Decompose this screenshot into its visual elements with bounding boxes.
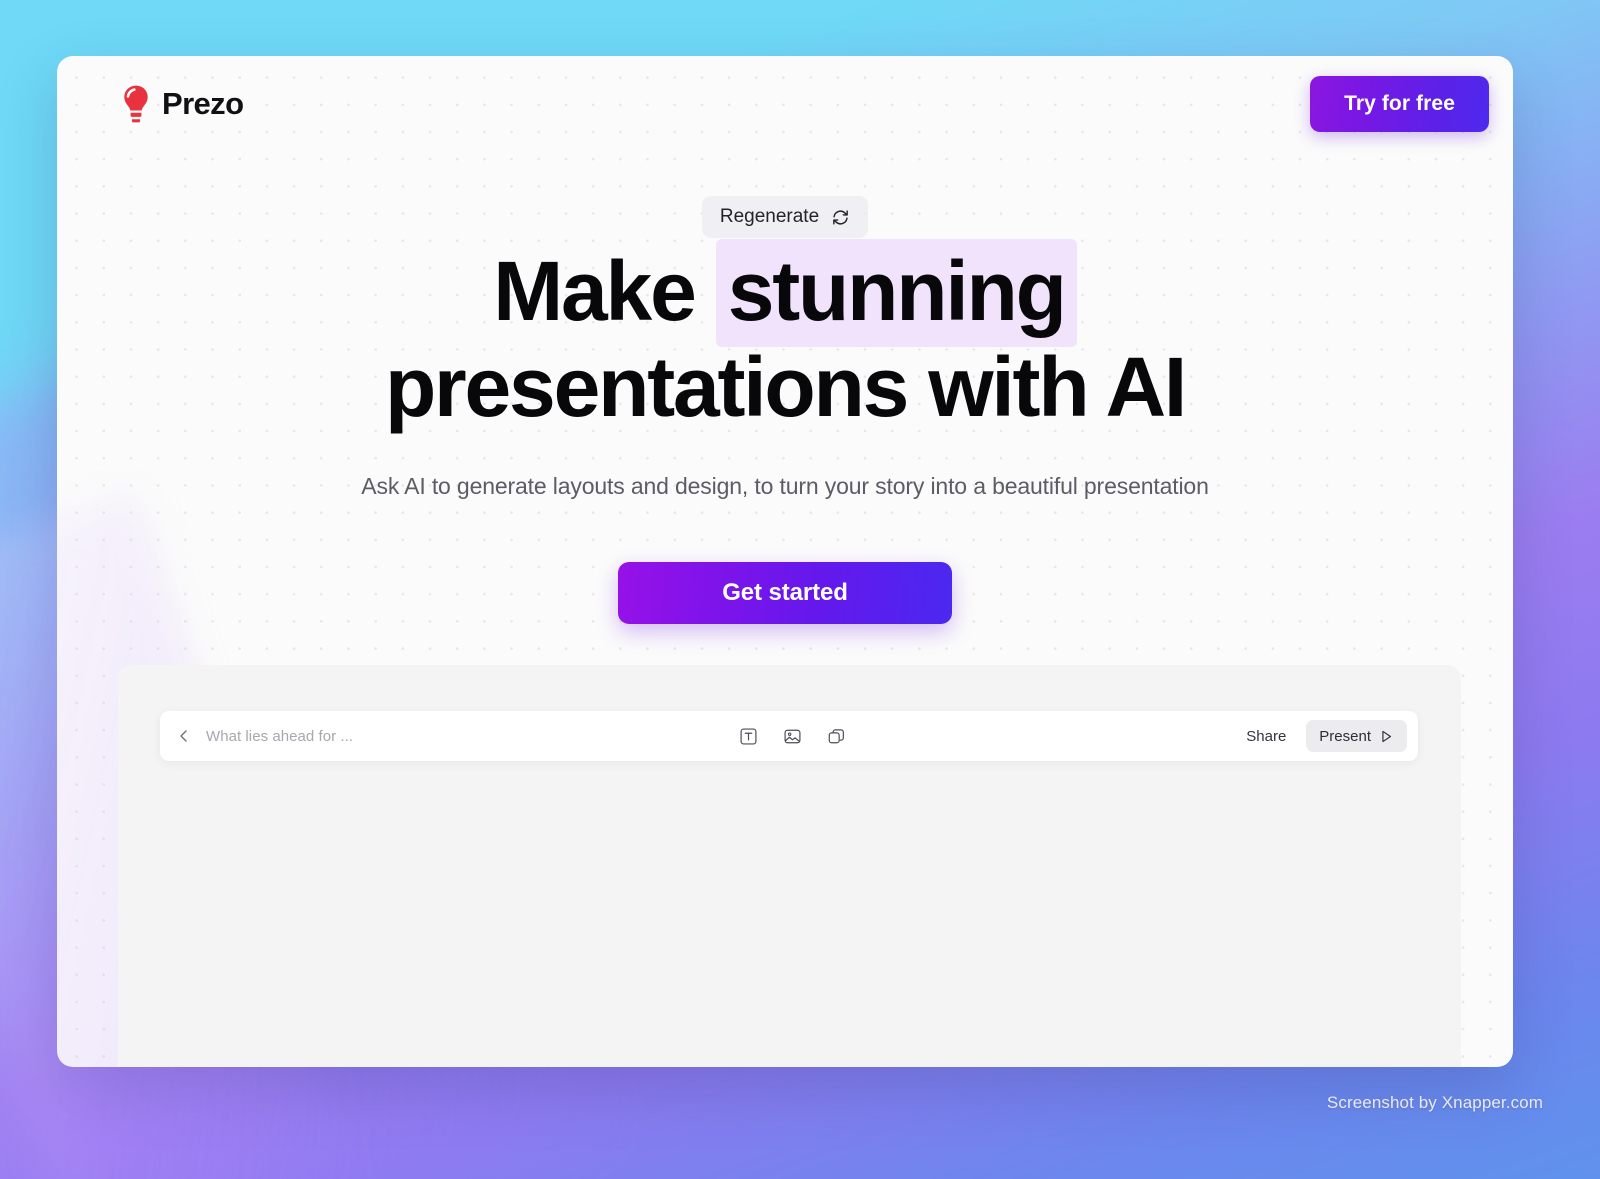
regenerate-button[interactable]: Regenerate (701, 196, 869, 238)
toolbar-tools-group (353, 725, 1232, 747)
refresh-cycle-icon (831, 208, 850, 227)
share-button[interactable]: Share (1232, 720, 1300, 752)
toolbar-right-group: Share Present (1232, 720, 1407, 752)
toolbar-left-group: What lies ahead for ... (174, 726, 353, 746)
get-started-button[interactable]: Get started (618, 561, 952, 624)
lightbulb-icon (121, 84, 151, 124)
present-label: Present (1319, 727, 1371, 745)
hero-section: Regenerate Make stunning presentations w… (57, 196, 1513, 624)
brand-logo[interactable]: Prezo (121, 84, 244, 124)
page-title: Make stunning presentations with AI (384, 239, 1187, 435)
app-window-card: Prezo Try for free Regenerate Make stunn… (57, 56, 1513, 1067)
editor-preview-panel: What lies ahead for ... Share Present (118, 665, 1461, 1067)
document-title[interactable]: What lies ahead for ... (206, 728, 353, 745)
regenerate-label: Regenerate (719, 206, 820, 227)
headline-line-two: presentations with AI (384, 340, 1187, 435)
app-header: Prezo Try for free (57, 56, 1513, 152)
screenshot-watermark: Screenshot by Xnapper.com (1326, 1093, 1543, 1112)
headline-lead: Make (493, 244, 716, 338)
play-icon (1379, 729, 1394, 744)
headline-highlight: stunning (715, 239, 1077, 347)
shapes-tool-icon[interactable] (826, 725, 848, 747)
try-for-free-button[interactable]: Try for free (1310, 76, 1489, 132)
text-tool-icon[interactable] (738, 725, 760, 747)
editor-toolbar: What lies ahead for ... Share Present (160, 711, 1418, 761)
present-button[interactable]: Present (1306, 720, 1407, 752)
page-backdrop: Prezo Try for free Regenerate Make stunn… (0, 0, 1600, 1179)
page-subtitle: Ask AI to generate layouts and design, t… (361, 472, 1209, 499)
brand-name: Prezo (162, 86, 244, 121)
image-tool-icon[interactable] (782, 725, 804, 747)
chevron-left-icon[interactable] (174, 726, 194, 746)
